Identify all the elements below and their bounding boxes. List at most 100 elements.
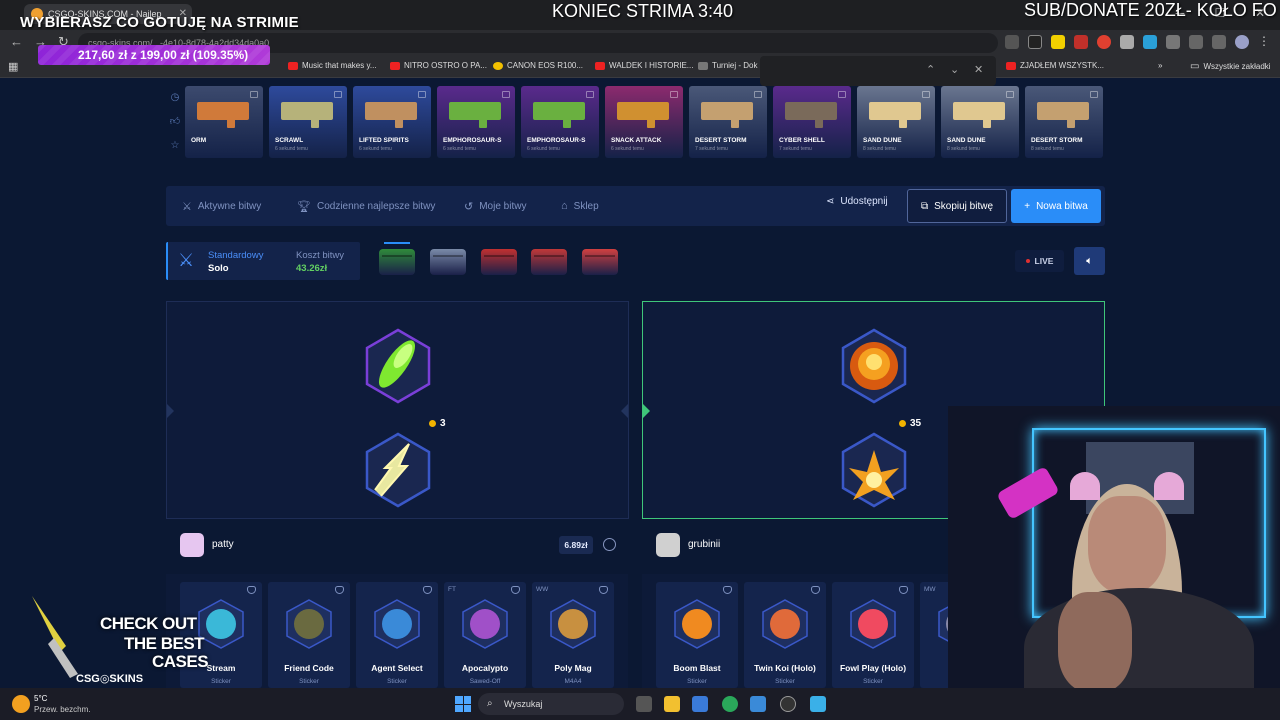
won-item-card[interactable]: Fowl Play (Holo) Sticker xyxy=(832,582,914,688)
won-item-card[interactable]: Agent Select Sticker xyxy=(356,582,438,688)
item-count: 3 xyxy=(429,418,446,429)
share-button[interactable]: ⋖ Udostępnij xyxy=(826,196,888,207)
tab-active-battles[interactable]: ⚔ Aktywne bitwy xyxy=(182,200,261,213)
drop-card[interactable]: DESERT STORM 8 sekund temu xyxy=(1025,86,1103,158)
item-name: Poly Mag xyxy=(554,663,592,673)
drop-card[interactable]: SAND DUNE 8 sekund temu xyxy=(857,86,935,158)
extension-icon[interactable] xyxy=(1005,35,1019,49)
find-prev-icon[interactable]: ⌃ xyxy=(926,63,935,76)
drop-card[interactable]: LIFTED SPIRITS 6 sekund temu xyxy=(353,86,431,158)
extension-icon[interactable] xyxy=(1097,35,1111,49)
star-icon[interactable]: ☆ xyxy=(164,134,186,158)
tab-my-battles[interactable]: ↺ Moje bitwy xyxy=(464,200,526,213)
bookmark-item[interactable]: Music that makes y... xyxy=(288,61,377,70)
store-icon[interactable] xyxy=(692,696,708,712)
won-item-card[interactable]: Friend Code Sticker xyxy=(268,582,350,688)
apps-grid-icon[interactable]: ▦ xyxy=(8,60,18,73)
extension-icon[interactable] xyxy=(1051,35,1065,49)
drop-card[interactable]: SCRAWL 6 sekund temu xyxy=(269,86,347,158)
drop-card[interactable]: DESERT STORM 7 sekund temu xyxy=(689,86,767,158)
webcam-feed xyxy=(948,406,1280,700)
chrome-icon[interactable] xyxy=(722,696,738,712)
live-toggle[interactable]: LIVE xyxy=(1015,250,1064,272)
case-icon[interactable] xyxy=(481,249,517,275)
photos-icon[interactable] xyxy=(750,696,766,712)
promo-line: THE BEST xyxy=(124,634,205,653)
back-icon[interactable]: ← xyxy=(10,34,23,49)
won-item-card[interactable]: MW Er xyxy=(920,582,948,688)
drop-card[interactable]: CYBER SHELL 7 sekund temu xyxy=(773,86,851,158)
hexagon-frame xyxy=(365,432,431,508)
obs-icon[interactable] xyxy=(780,696,796,712)
notepad-icon[interactable] xyxy=(810,696,826,712)
drop-card[interactable]: EMPHOROSAUR-S 6 sekund temu xyxy=(437,86,515,158)
weapon-skin xyxy=(953,102,1005,128)
case-icon[interactable] xyxy=(379,249,415,275)
weather-icon[interactable] xyxy=(12,695,30,713)
bookmark-item[interactable]: ZJADŁEM WSZYSTK... xyxy=(1006,61,1104,70)
volume-button[interactable]: 🔈︎ xyxy=(1074,247,1105,275)
drop-name: EMPHOROSAUR-S xyxy=(527,137,586,144)
extension-icon[interactable] xyxy=(1074,35,1088,49)
taskbar-search[interactable]: ⌕ Wyszukaj xyxy=(478,693,624,715)
clock-icon[interactable]: ◷ xyxy=(164,86,186,110)
bookmark-item[interactable]: CANON EOS R100... xyxy=(493,61,583,70)
thumbs-up-icon[interactable]: 👍︎ xyxy=(164,110,186,134)
puzzle-icon[interactable] xyxy=(1166,35,1180,49)
won-item-card[interactable]: FT Apocalypto Sawed-Off xyxy=(444,582,526,688)
drop-card[interactable]: SNACK ATTACK 6 sekund temu xyxy=(605,86,683,158)
favorite-icon[interactable] xyxy=(811,586,820,594)
favorite-icon[interactable] xyxy=(335,586,344,594)
favorite-icon[interactable] xyxy=(247,586,256,594)
emoji-icon[interactable] xyxy=(603,538,616,551)
more-bookmarks-icon[interactable]: » xyxy=(1158,61,1162,70)
find-close-icon[interactable]: ✕ xyxy=(974,63,983,76)
reading-list-icon[interactable] xyxy=(1189,35,1203,49)
shield-icon[interactable] xyxy=(1120,35,1134,49)
favorite-icon[interactable] xyxy=(599,586,608,594)
item-image xyxy=(762,599,808,649)
item-wear: FT xyxy=(448,586,456,593)
bookmark-item[interactable]: NITRO OSTRO O PA... xyxy=(390,61,487,70)
bookmark-item[interactable]: WALDEK I HISTORIE... xyxy=(595,61,693,70)
trophy-icon: 🏆︎ xyxy=(297,201,311,213)
player-name[interactable]: patty xyxy=(212,539,234,550)
menu-dots-icon[interactable]: ⋮ xyxy=(1258,35,1272,49)
case-icon[interactable] xyxy=(582,249,618,275)
item-name: Twin Koi (Holo) xyxy=(754,663,816,673)
coin-icon xyxy=(429,420,436,427)
won-item-card[interactable]: WW Poly Mag M4A4 xyxy=(532,582,614,688)
download-icon[interactable] xyxy=(1212,35,1226,49)
task-view-icon[interactable] xyxy=(636,696,652,712)
player-name[interactable]: grubinii xyxy=(688,539,720,550)
favorite-icon[interactable] xyxy=(723,586,732,594)
bookmark-item[interactable]: Turniej - Dok xyxy=(698,61,758,70)
favorite-icon[interactable] xyxy=(511,586,520,594)
avatar[interactable] xyxy=(656,533,680,557)
case-icon[interactable] xyxy=(531,249,567,275)
item-image xyxy=(850,599,896,649)
favorite-icon[interactable] xyxy=(899,586,908,594)
won-item-card[interactable]: Boom Blast Sticker xyxy=(656,582,738,688)
promo-banner[interactable]: CHECK OUT THE BEST CASES CSG◎SKINS xyxy=(0,590,214,688)
tab-daily-best-battles[interactable]: 🏆︎ Codzienne najlepsze bitwy xyxy=(297,200,435,213)
weapon-skin xyxy=(533,102,585,128)
windows-start-icon[interactable] xyxy=(455,696,471,712)
extension-icon[interactable] xyxy=(1028,35,1042,49)
extension-icon[interactable] xyxy=(1143,35,1157,49)
drop-card[interactable]: EMPHOROSAUR-S 6 sekund temu xyxy=(521,86,599,158)
profile-avatar[interactable] xyxy=(1235,35,1249,49)
won-item-card[interactable]: Twin Koi (Holo) Sticker xyxy=(744,582,826,688)
file-explorer-icon[interactable] xyxy=(664,696,680,712)
case-icon[interactable] xyxy=(430,249,466,275)
drop-card[interactable]: SAND DUNE 8 sekund temu xyxy=(941,86,1019,158)
all-bookmarks[interactable]: ▭ Wszystkie zakładki xyxy=(1190,61,1271,72)
find-next-icon[interactable]: ⌄ xyxy=(950,63,959,76)
new-battle-button[interactable]: + Nowa bitwa xyxy=(1011,189,1101,223)
tab-shop[interactable]: ⌂ Sklep xyxy=(561,200,599,212)
drop-card[interactable]: ORM xyxy=(185,86,263,158)
live-dot-icon xyxy=(1025,259,1030,263)
avatar[interactable] xyxy=(180,533,204,557)
copy-battle-button[interactable]: ⧉ Skopiuj bitwę xyxy=(907,189,1007,223)
favorite-icon[interactable] xyxy=(423,586,432,594)
